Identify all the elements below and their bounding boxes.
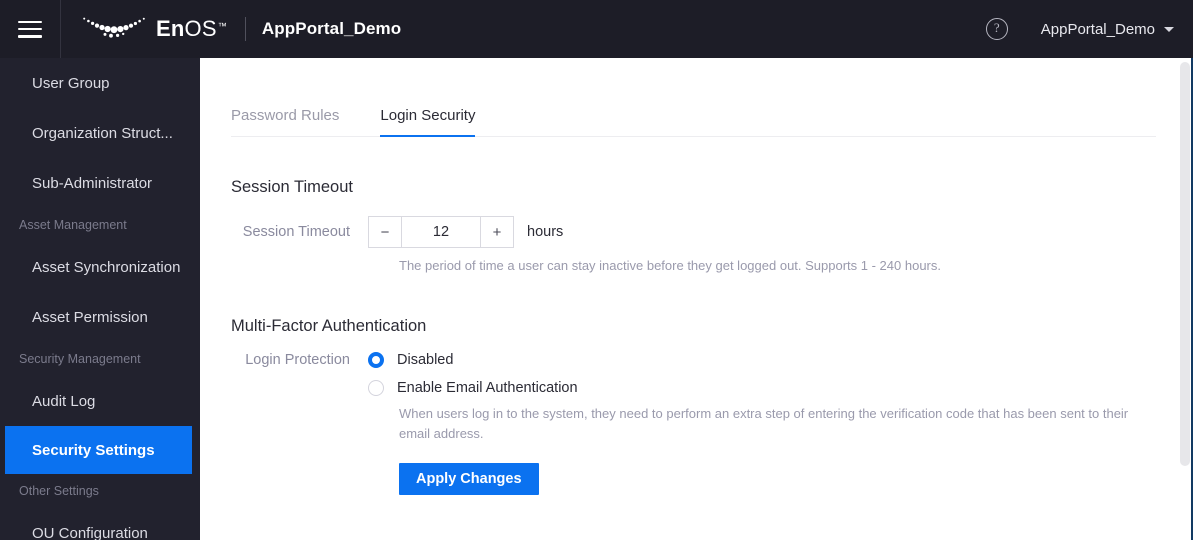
- tab-label: Login Security: [380, 107, 476, 124]
- brand-os: OS: [184, 16, 217, 41]
- sidebar-item-label: Sub-Administrator: [32, 174, 153, 192]
- sidebar-item-label: User Group: [32, 74, 110, 92]
- sidebar-group-label: Security Management: [19, 352, 141, 366]
- app-window: En OS ™ AppPortal_Demo ? AppPortal_Demo Us…: [0, 0, 1193, 540]
- content-area: Password Rules Login Security Session Ti…: [200, 58, 1193, 540]
- session-timeout-hint: The period of time a user can stay inact…: [399, 258, 941, 273]
- mfa-hint: When users log in to the system, they ne…: [399, 406, 1129, 442]
- tab-bar: Password Rules Login Security: [231, 58, 1156, 137]
- sidebar: User Group Organization Struct... Sub-Ad…: [0, 58, 200, 540]
- sidebar-item-label: Security Settings: [32, 441, 155, 459]
- email-auth-row: Enable Email Authentication: [200, 380, 1193, 397]
- sidebar-item-label: OU Configuration: [32, 524, 148, 540]
- sidebar-item-user-group[interactable]: User Group: [0, 58, 200, 108]
- sidebar-item-label: Audit Log: [32, 392, 96, 410]
- vertical-scrollbar[interactable]: [1180, 58, 1190, 540]
- sidebar-item-asset-permission[interactable]: Asset Permission: [0, 292, 200, 342]
- sidebar-group-label: Asset Management: [19, 218, 127, 232]
- sidebar-group-label: Other Settings: [19, 484, 99, 498]
- top-bar: En OS ™ AppPortal_Demo ? AppPortal_Demo: [0, 0, 1193, 58]
- session-timeout-row: Session Timeout − + hours: [200, 216, 1193, 248]
- help-icon[interactable]: ?: [985, 18, 1008, 40]
- sidebar-item-label: Organization Struct...: [32, 124, 173, 142]
- sidebar-item-ou-configuration[interactable]: OU Configuration: [0, 508, 200, 540]
- tab-login-security[interactable]: Login Security: [380, 107, 476, 137]
- radio-enable-email-authentication-label: Enable Email Authentication: [397, 380, 578, 397]
- chevron-down-icon: [1164, 26, 1174, 32]
- enos-dots-logo-icon: [83, 17, 145, 38]
- stepper-increment-button[interactable]: +: [480, 217, 513, 247]
- sidebar-item-security-settings[interactable]: Security Settings: [5, 426, 192, 474]
- brand-tm: ™: [217, 21, 227, 31]
- sidebar-group-security-management: Security Management: [0, 342, 200, 376]
- sidebar-group-asset-management: Asset Management: [0, 208, 200, 242]
- app-title: AppPortal_Demo: [261, 19, 402, 38]
- scrollbar-thumb[interactable]: [1180, 62, 1190, 466]
- user-menu-label: AppPortal_Demo: [1040, 20, 1155, 38]
- brand-en: En: [156, 16, 185, 41]
- brand-wordmark: En OS ™: [156, 16, 227, 42]
- top-bar-right: ? AppPortal_Demo: [985, 18, 1193, 40]
- brand: En OS ™ AppPortal_Demo: [81, 0, 401, 58]
- radio-enable-email-authentication[interactable]: [368, 380, 384, 397]
- mfa-heading: Multi-Factor Authentication: [231, 317, 427, 336]
- sidebar-item-organization-structure[interactable]: Organization Struct...: [0, 108, 200, 158]
- tab-label: Password Rules: [231, 107, 340, 124]
- sidebar-item-label: Asset Synchronization: [32, 258, 181, 276]
- sidebar-item-asset-synchronization[interactable]: Asset Synchronization: [0, 242, 200, 292]
- stepper-decrement-button[interactable]: −: [369, 217, 402, 247]
- login-protection-row: Login Protection Disabled: [200, 352, 1193, 369]
- hamburger-icon[interactable]: [18, 20, 42, 38]
- menu-toggle-button[interactable]: [0, 0, 61, 58]
- session-timeout-input[interactable]: [402, 217, 480, 247]
- session-timeout-unit: hours: [527, 224, 564, 240]
- user-menu[interactable]: AppPortal_Demo: [1041, 21, 1174, 38]
- brand-divider: [244, 17, 246, 41]
- sidebar-item-audit-log[interactable]: Audit Log: [0, 376, 200, 426]
- apply-changes-button[interactable]: Apply Changes: [399, 463, 539, 496]
- sidebar-item-label: Asset Permission: [32, 308, 148, 326]
- sidebar-group-other-settings: Other Settings: [0, 474, 200, 508]
- radio-disabled[interactable]: [368, 352, 384, 369]
- session-timeout-label: Session Timeout: [242, 224, 350, 240]
- session-timeout-stepper[interactable]: − +: [368, 216, 514, 248]
- tab-password-rules[interactable]: Password Rules: [231, 108, 339, 136]
- login-protection-label: Login Protection: [245, 352, 350, 369]
- sidebar-item-sub-administrator[interactable]: Sub-Administrator: [0, 158, 200, 208]
- session-timeout-heading: Session Timeout: [231, 178, 353, 196]
- radio-disabled-label: Disabled: [397, 352, 454, 369]
